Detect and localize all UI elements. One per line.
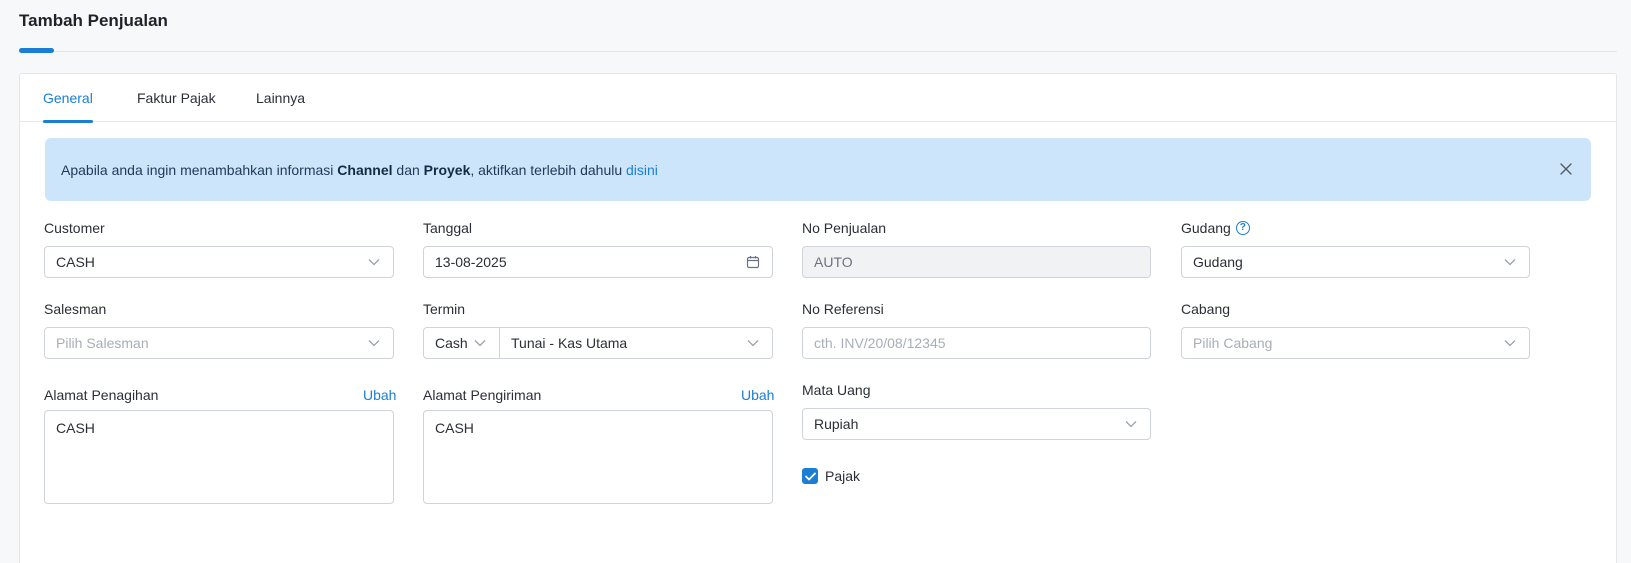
tanggal-value: 13-08-2025 bbox=[435, 254, 507, 270]
chevron-down-icon bbox=[472, 335, 488, 351]
customer-label-text: Customer bbox=[44, 220, 105, 236]
chevron-down-icon bbox=[1123, 416, 1139, 432]
alamat-pengiriman-textarea[interactable]: CASH bbox=[423, 410, 773, 504]
mata-uang-value: Rupiah bbox=[814, 416, 859, 432]
tab-faktur-pajak[interactable]: Faktur Pajak bbox=[137, 74, 216, 122]
customer-value: CASH bbox=[56, 254, 95, 270]
salesman-select[interactable]: Pilih Salesman bbox=[44, 327, 394, 359]
tanggal-label: Tanggal bbox=[423, 220, 472, 236]
page-header: Tambah Penjualan bbox=[19, 10, 1617, 53]
chevron-down-icon bbox=[745, 335, 761, 351]
ubah-pengiriman-link[interactable]: Ubah bbox=[741, 387, 774, 403]
no-penjualan-label-text: No Penjualan bbox=[802, 220, 887, 236]
banner-text: Apabila anda ingin menambahkan informasi… bbox=[61, 162, 658, 178]
tab-bar: General Faktur Pajak Lainnya bbox=[20, 74, 1616, 123]
tanggal-label-text: Tanggal bbox=[423, 220, 473, 236]
alamat-penagihan-textarea[interactable]: CASH bbox=[44, 410, 394, 504]
help-icon[interactable]: ? bbox=[1235, 221, 1250, 235]
calendar-icon bbox=[745, 254, 761, 270]
form-card: General Faktur Pajak Lainnya Apabila and… bbox=[19, 73, 1617, 563]
no-penjualan-value: AUTO bbox=[814, 254, 853, 270]
pajak-label: Pajak bbox=[825, 468, 861, 484]
chevron-down-icon bbox=[1502, 335, 1518, 351]
termin-label-text: Termin bbox=[423, 301, 466, 317]
no-penjualan-label: No Penjualan bbox=[802, 220, 886, 236]
gudang-label: Gudang? bbox=[1181, 220, 1250, 236]
close-icon[interactable] bbox=[1557, 160, 1575, 178]
banner-disini-link[interactable]: disini bbox=[626, 162, 658, 178]
termin-label: Termin bbox=[423, 301, 465, 317]
cabang-select[interactable]: Pilih Cabang bbox=[1181, 327, 1530, 359]
title-underline bbox=[19, 48, 54, 53]
customer-select[interactable]: CASH bbox=[44, 246, 394, 278]
chevron-down-icon bbox=[366, 254, 382, 270]
pajak-checkbox[interactable] bbox=[802, 468, 818, 484]
page-title: Tambah Penjualan bbox=[19, 11, 168, 30]
info-banner: Apabila anda ingin menambahkan informasi… bbox=[45, 138, 1591, 201]
tanggal-datepicker[interactable]: 13-08-2025 bbox=[423, 246, 773, 278]
alamat-penagihan-label: Alamat Penagihan bbox=[44, 387, 158, 403]
alamat-pengiriman-label: Alamat Pengiriman bbox=[423, 387, 541, 403]
no-referensi-label: No Referensi bbox=[802, 301, 884, 317]
banner-proyek-text: Proyek bbox=[423, 161, 471, 178]
mata-uang-label-text: Mata Uang bbox=[802, 382, 871, 398]
alamat-penagihan-label-text: Alamat Penagihan bbox=[44, 387, 159, 403]
banner-channel-text: Channel bbox=[337, 161, 393, 178]
customer-label: Customer bbox=[44, 220, 105, 236]
no-referensi-label-text: No Referensi bbox=[802, 301, 884, 317]
salesman-label: Salesman bbox=[44, 301, 106, 317]
mata-uang-select[interactable]: Rupiah bbox=[802, 408, 1151, 440]
banner-text-part: dan bbox=[392, 161, 424, 178]
mata-uang-label: Mata Uang bbox=[802, 382, 870, 398]
salesman-label-text: Salesman bbox=[44, 301, 107, 317]
alamat-pengiriman-label-text: Alamat Pengiriman bbox=[423, 387, 542, 403]
tab-general[interactable]: General bbox=[43, 74, 93, 123]
banner-text-part: Apabila anda ingin menambahkan informasi bbox=[61, 161, 338, 178]
tab-lainnya[interactable]: Lainnya bbox=[256, 74, 305, 122]
cabang-placeholder: Pilih Cabang bbox=[1193, 335, 1273, 351]
check-icon bbox=[804, 472, 816, 480]
cabang-label-text: Cabang bbox=[1181, 301, 1231, 317]
gudang-value: Gudang bbox=[1193, 254, 1243, 270]
no-referensi-input-wrapper bbox=[802, 327, 1151, 359]
termin-account-select[interactable]: Tunai - Kas Utama bbox=[500, 328, 772, 358]
pajak-checkbox-row[interactable]: Pajak bbox=[802, 468, 860, 484]
gudang-label-text: Gudang bbox=[1181, 220, 1231, 236]
salesman-placeholder: Pilih Salesman bbox=[56, 335, 149, 351]
termin-type-select[interactable]: Cash bbox=[424, 328, 500, 358]
no-referensi-input[interactable] bbox=[814, 335, 1139, 351]
termin-type-value: Cash bbox=[435, 335, 468, 351]
chevron-down-icon bbox=[366, 335, 382, 351]
termin-account-value: Tunai - Kas Utama bbox=[511, 335, 628, 351]
cabang-label: Cabang bbox=[1181, 301, 1230, 317]
chevron-down-icon bbox=[1502, 254, 1518, 270]
no-penjualan-input: AUTO bbox=[802, 246, 1151, 278]
gudang-select[interactable]: Gudang bbox=[1181, 246, 1530, 278]
banner-text-part: , aktifkan terlebih dahulu bbox=[470, 161, 627, 178]
ubah-penagihan-link[interactable]: Ubah bbox=[363, 387, 396, 403]
termin-select-group: Cash Tunai - Kas Utama bbox=[423, 327, 773, 359]
